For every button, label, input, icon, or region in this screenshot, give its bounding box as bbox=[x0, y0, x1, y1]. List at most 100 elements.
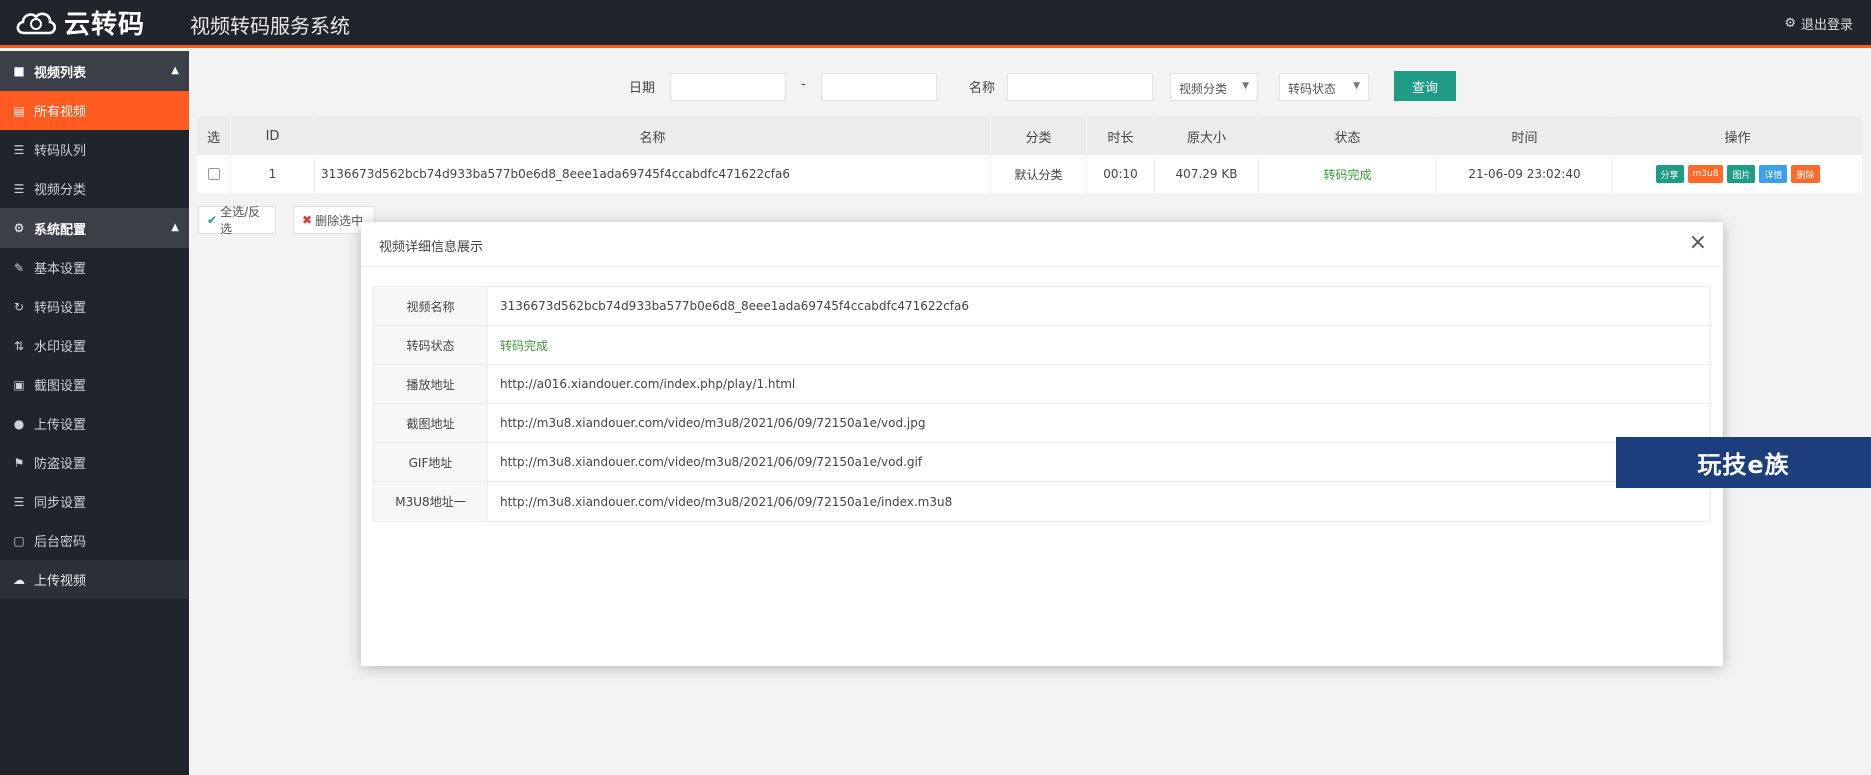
sidebar-group-label: 视频列表 bbox=[34, 65, 87, 81]
check-icon: ✔ bbox=[207, 213, 218, 227]
detail-value: http://m3u8.xiandouer.com/video/m3u8/202… bbox=[500, 416, 926, 430]
date-label: 日期 bbox=[629, 81, 656, 96]
flag-icon: ⚑ bbox=[13, 455, 25, 470]
sidebar-item-label: 上传设置 bbox=[34, 418, 87, 433]
detail-label: 播放地址 bbox=[374, 365, 488, 403]
sidebar-item-antileech-settings[interactable]: ⚑ 防盗设置 bbox=[0, 443, 189, 482]
video-detail-modal: 视频详细信息展示 × 视频名称 3136673d562bcb74d933ba57… bbox=[361, 222, 1723, 666]
sidebar-item-label: 所有视频 bbox=[34, 105, 87, 120]
row-actions: 分享 m3u8 图片 详情 删除 bbox=[1613, 155, 1863, 193]
sidebar-group-system-config[interactable]: ⚙ 系统配置 ▲ bbox=[0, 208, 189, 248]
sidebar-item-watermark-settings[interactable]: ⇅ 水印设置 bbox=[0, 326, 189, 365]
category-select[interactable]: 视频分类 ▼ bbox=[1170, 73, 1258, 101]
sidebar-item-transcode-queue[interactable]: ☰ 转码队列 bbox=[0, 130, 189, 169]
system-title: 视频转码服务系统 bbox=[190, 14, 350, 38]
detail-label: 转码状态 bbox=[374, 326, 488, 364]
name-input[interactable] bbox=[1007, 73, 1153, 101]
list-icon: ☰ bbox=[13, 181, 25, 196]
chevron-down-icon: ▼ bbox=[1353, 81, 1360, 91]
sidebar-item-transcode-settings[interactable]: ↻ 转码设置 bbox=[0, 287, 189, 326]
divider bbox=[361, 266, 1723, 267]
close-icon: ✖ bbox=[302, 213, 313, 227]
sidebar-item-label: 视频分类 bbox=[34, 183, 87, 198]
image-icon: ▣ bbox=[13, 377, 25, 392]
detail-row: GIF地址 http://m3u8.xiandouer.com/video/m3… bbox=[374, 443, 1710, 482]
sidebar-item-upload-video[interactable]: ☁ 上传视频 bbox=[0, 560, 189, 599]
logout-button[interactable]: ⚙ 退出登录 bbox=[1784, 14, 1853, 33]
date-end-input[interactable] bbox=[821, 73, 937, 101]
detail-value: http://a016.xiandouer.com/index.php/play… bbox=[500, 377, 796, 391]
sidebar-item-label: 截图设置 bbox=[34, 379, 87, 394]
sidebar-item-basic-settings[interactable]: ✎ 基本设置 bbox=[0, 248, 189, 287]
gear-icon: ⚙ bbox=[1784, 16, 1796, 31]
status-select[interactable]: 转码状态 ▼ bbox=[1279, 73, 1369, 101]
col-id: ID bbox=[231, 117, 315, 155]
col-name: 名称 bbox=[315, 117, 991, 155]
sidebar-item-label: 水印设置 bbox=[34, 340, 87, 355]
category-select-value: 视频分类 bbox=[1179, 82, 1228, 96]
detail-row: M3U8地址一 http://m3u8.xiandouer.com/video/… bbox=[374, 482, 1710, 521]
col-status: 状态 bbox=[1259, 117, 1437, 155]
sidebar-item-label: 后台密码 bbox=[34, 535, 87, 550]
row-status: 转码完成 bbox=[1259, 155, 1437, 193]
modal-title: 视频详细信息展示 bbox=[379, 240, 484, 255]
detail-button[interactable]: 详情 bbox=[1759, 165, 1788, 183]
sidebar-item-all-videos[interactable]: ▤ 所有视频 bbox=[0, 91, 189, 130]
user-icon: ● bbox=[13, 416, 25, 431]
select-all-label: 全选/反选 bbox=[220, 205, 261, 236]
row-id: 1 bbox=[231, 155, 315, 193]
delete-selected-label: 删除选中 bbox=[315, 213, 364, 228]
row-duration: 00:10 bbox=[1087, 155, 1155, 193]
table-header: 选 ID 名称 分类 时长 原大小 状态 时间 操作 bbox=[197, 117, 1863, 155]
row-checkbox-cell bbox=[197, 155, 231, 193]
col-select: 选 bbox=[197, 117, 231, 155]
status-select-value: 转码状态 bbox=[1288, 82, 1337, 96]
caret-up-icon: ▲ bbox=[171, 65, 179, 76]
sidebar-item-video-category[interactable]: ☰ 视频分类 bbox=[0, 169, 189, 208]
sidebar-group-video-list[interactable]: ■ 视频列表 ▲ bbox=[0, 51, 189, 91]
watermark-badge: 玩技e族 bbox=[1616, 437, 1871, 488]
edit-icon: ✎ bbox=[13, 260, 25, 275]
detail-row: 视频名称 3136673d562bcb74d933ba577b0e6d8_8ee… bbox=[374, 287, 1710, 326]
sidebar-item-label: 转码设置 bbox=[34, 301, 87, 316]
share-button[interactable]: 分享 bbox=[1655, 165, 1684, 183]
sidebar-item-label: 防盗设置 bbox=[34, 457, 87, 472]
detail-table: 视频名称 3136673d562bcb74d933ba577b0e6d8_8ee… bbox=[373, 286, 1711, 522]
caret-up-icon: ▲ bbox=[171, 222, 179, 233]
sidebar-item-screenshot-settings[interactable]: ▣ 截图设置 bbox=[0, 365, 189, 404]
sidebar-group-label: 系统配置 bbox=[34, 222, 87, 238]
sidebar-item-label: 同步设置 bbox=[34, 496, 87, 511]
detail-row: 截图地址 http://m3u8.xiandouer.com/video/m3u… bbox=[374, 404, 1710, 443]
delete-button[interactable]: 删除 bbox=[1791, 165, 1820, 183]
top-bar: 云转码 视频转码服务系统 ⚙ 退出登录 bbox=[0, 0, 1871, 48]
detail-label: M3U8地址一 bbox=[374, 482, 488, 521]
cloud-logo-icon bbox=[16, 12, 57, 35]
select-all-button[interactable]: ✔ 全选/反选 bbox=[198, 205, 276, 236]
col-actions: 操作 bbox=[1613, 117, 1863, 155]
logout-label: 退出登录 bbox=[1800, 18, 1853, 33]
col-category: 分类 bbox=[991, 117, 1087, 155]
date-separator: - bbox=[801, 77, 806, 92]
chevron-down-icon: ▼ bbox=[1242, 81, 1249, 91]
row-checkbox[interactable] bbox=[207, 168, 220, 180]
sidebar-item-sync-settings[interactable]: ☰ 同步设置 bbox=[0, 482, 189, 521]
logo-text: 云转码 bbox=[64, 9, 146, 40]
sidebar: ■ 视频列表 ▲ ▤ 所有视频 ☰ 转码队列 ☰ 视频分类 ⚙ 系统配置 ▲ ✎… bbox=[0, 51, 189, 775]
sidebar-item-admin-password[interactable]: ▢ 后台密码 bbox=[0, 521, 189, 560]
image-button[interactable]: 图片 bbox=[1727, 165, 1756, 183]
list-icon: ☰ bbox=[13, 494, 25, 509]
video-table: 选 ID 名称 分类 时长 原大小 状态 时间 操作 1 3136673d562… bbox=[197, 117, 1863, 193]
table-row: 1 3136673d562bcb74d933ba577b0e6d8_8eee1a… bbox=[197, 155, 1863, 193]
query-button[interactable]: 查询 bbox=[1394, 71, 1456, 101]
detail-row: 播放地址 http://a016.xiandouer.com/index.php… bbox=[374, 365, 1710, 404]
date-start-input[interactable] bbox=[670, 73, 786, 101]
row-name: 3136673d562bcb74d933ba577b0e6d8_8eee1ada… bbox=[315, 155, 991, 193]
logo[interactable]: 云转码 bbox=[14, 4, 145, 40]
sidebar-item-upload-settings[interactable]: ● 上传设置 bbox=[0, 404, 189, 443]
list-icon: ▤ bbox=[13, 103, 25, 118]
detail-label: GIF地址 bbox=[374, 443, 488, 481]
m3u8-button[interactable]: m3u8 bbox=[1687, 165, 1724, 183]
modal-close-button[interactable]: × bbox=[1689, 230, 1707, 255]
list-icon: ☰ bbox=[13, 142, 25, 157]
detail-row: 转码状态 转码完成 bbox=[374, 326, 1710, 365]
